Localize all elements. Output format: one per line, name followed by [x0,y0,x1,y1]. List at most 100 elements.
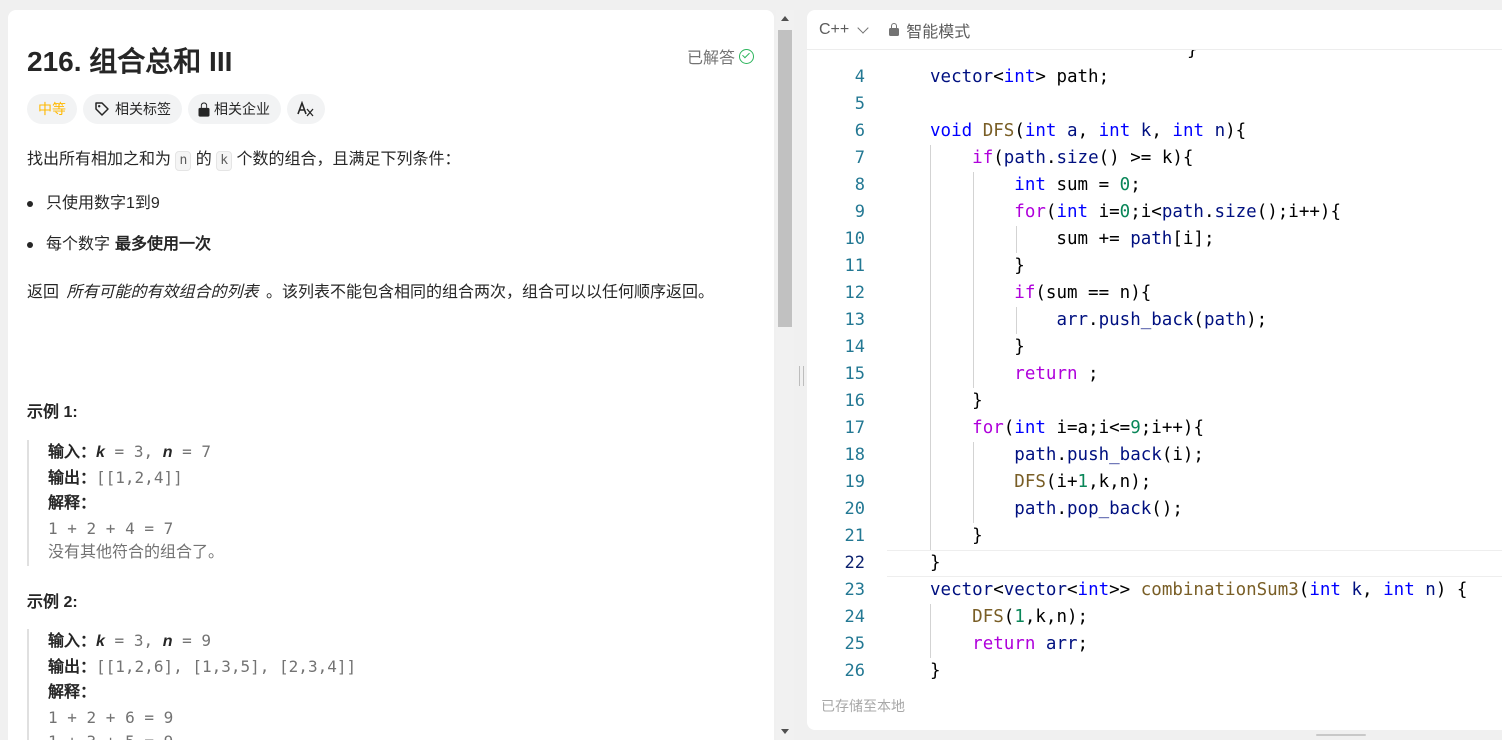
line-number: 8 [854,175,865,195]
code-text: } [930,526,983,546]
indent-guide [1016,307,1017,334]
solved-status: 已解答 [687,44,754,68]
example-2-title: 示例 2: [27,594,78,611]
lock-icon [889,23,900,36]
line-number: 25 [844,634,865,654]
desc-emphasis: 所有可能的有效组合的列表 [66,284,259,301]
example-1-title: 示例 1: [27,404,78,421]
code-line: 6 void DFS(int a, int k, int n){ [807,118,1502,145]
line-number: 23 [844,580,865,600]
code-line: 4 vector<int> path; [807,64,1502,91]
condition-item-1: 只使用数字1到9 [27,192,160,216]
code-line: 14 } [807,334,1502,361]
code-text: return arr; [972,634,1089,654]
code-text: if(path.size() >= k){ [972,148,1194,168]
description-scrollbar[interactable] [776,10,794,740]
example-explain-line: 1 + 3 + 5 = 9 [48,730,356,740]
code-line: 15 return ; [807,361,1502,388]
solved-label: 已解答 [686,50,735,67]
code-text: } [930,256,1025,276]
output-value: [[1,2,6], [1,3,5], [2,3,4]] [96,656,357,676]
example-explain-label: 解释： [48,491,224,517]
line-number: 15 [844,364,865,384]
output-label: 输出： [48,658,97,676]
code-line: 24 DFS(1,k,n); [807,604,1502,631]
line-number: 6 [854,121,865,141]
indent-guide [973,442,974,523]
mode-toggle[interactable]: 智能模式 [889,18,970,42]
code-line: 26} [807,658,1502,685]
indent-guide [930,604,931,658]
code-text: DFS(i+1,k,n); [1014,472,1152,492]
line-number: 13 [844,310,865,330]
indent-guide [973,172,974,388]
related-tags-button[interactable]: 相关标签 [83,94,182,124]
example-explain-label: 解释： [48,680,356,706]
desc-text: 的 [195,151,212,168]
code-line-partial: } [1187,50,1198,60]
language-label: C++ [819,20,850,38]
line-number: 16 [844,391,865,411]
code-line: 10 sum += path[i]; [807,226,1502,253]
code-line: 12 if(sum == n){ [807,280,1502,307]
input-value: = 3, [104,442,163,461]
output-label: 输出： [48,469,97,487]
editor-toolbar: C++ 智能模式 [807,10,1502,50]
bottom-resize-handle[interactable] [1316,734,1366,736]
input-label: 输入： [48,633,97,650]
bullet-dot [27,242,33,248]
scrollbar-thumb[interactable] [778,30,792,327]
font-size-button[interactable] [287,94,325,124]
line-number: 24 [844,607,865,627]
description-line-2: 返回 所有可能的有效组合的列表 。该列表不能包含相同的组合两次，组合可以以任何顺… [27,280,747,306]
desc-text: 找出所有相加之和为 [27,151,172,168]
language-select[interactable]: C++ [819,20,869,39]
example-explain-line: 1 + 2 + 6 = 9 [48,707,174,727]
condition-bold-text: 最多使用一次 [115,236,212,253]
output-value: [[1,2,4]] [96,467,183,487]
related-companies-button[interactable]: 相关企业 [188,94,281,124]
input-value: = 9 [172,631,212,650]
var-k: k [96,633,105,650]
scroll-up-arrow-icon[interactable] [781,16,789,21]
code-line: 23 vector<vector<int>> combinationSum3(in… [807,577,1502,604]
related-companies-label: 相关企业 [214,101,270,117]
line-number: 5 [854,94,865,114]
code-text: void DFS(int a, int k, int n){ [930,121,1247,141]
inline-code-k: k [216,151,233,171]
explain-label: 解释： [48,495,97,512]
line-number: 4 [854,67,865,87]
code-text: for(int i=a;i<=9;i++){ [972,418,1204,438]
code-line: 20 path.pop_back(); [807,496,1502,523]
line-number: 9 [854,202,865,222]
check-circle-icon [739,48,754,64]
code-text: return ; [1014,364,1099,384]
code-text: int sum = 0; [1014,175,1141,195]
line-number: 10 [844,229,865,249]
code-text: } [930,391,983,411]
code-line: 22} [807,550,1502,577]
code-editor-panel: C++ 智能模式 } 4 vector<int> path; 5 6 void DFS(… [807,10,1502,730]
related-tags-label: 相关标签 [115,101,171,117]
code-text: } [930,553,941,573]
code-line: 18 path.push_back(i); [807,442,1502,469]
problem-title: 216. 组合总和 III [27,46,233,77]
code-text: if(sum == n){ [1014,283,1152,303]
scroll-down-arrow-icon[interactable] [781,729,789,734]
code-editor[interactable]: } 4 vector<int> path; 5 6 void DFS(int a, in… [807,50,1502,686]
code-line: 13 arr.push_back(path); [807,307,1502,334]
var-k: k [96,444,105,461]
code-text: path.pop_back(); [1014,499,1183,519]
input-value: = 3, [104,631,163,650]
code-line: 5 [807,91,1502,118]
line-number: 12 [844,283,865,303]
code-text: } [930,337,1025,357]
current-line-highlight [887,550,1502,577]
line-number: 20 [844,499,865,519]
var-n: n [162,633,173,650]
example-output: 输出：[[1,2,4]] [48,466,224,492]
panel-resize-handle[interactable] [799,366,804,386]
lock-icon [198,101,210,117]
difficulty-badge[interactable]: 中等 [27,94,77,124]
line-number: 7 [854,148,865,168]
